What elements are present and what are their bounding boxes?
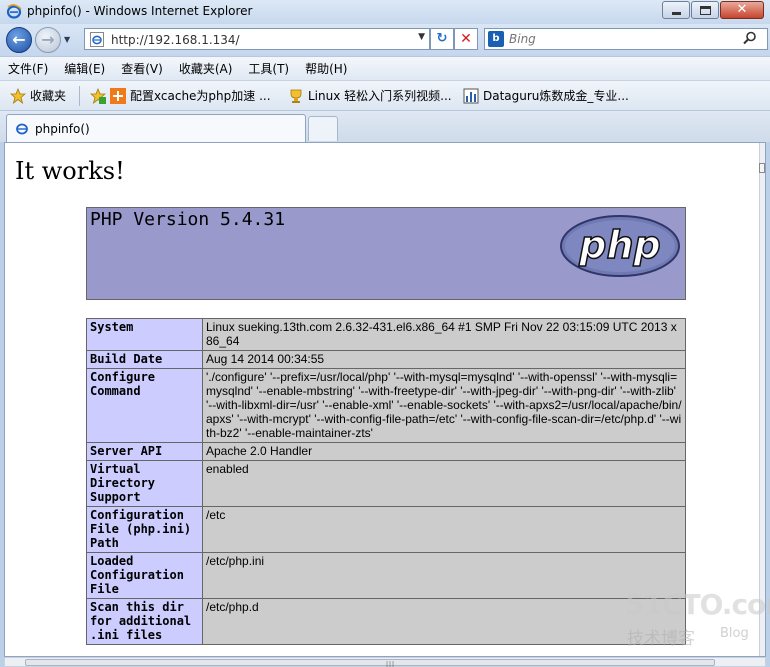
horizontal-scrollbar[interactable]: ||| [4,657,766,667]
row-key: System [86,318,203,351]
row-value: /etc [202,506,686,553]
row-key: Build Date [86,350,203,369]
window-title: phpinfo() - Windows Internet Explorer [27,4,253,18]
row-key: Configure Command [86,368,203,443]
star-icon [10,87,26,104]
php-logo-text: php [578,223,660,267]
trophy-icon [290,89,302,103]
php-info-table: System Linux sueking.13th.com 2.6.32-431… [86,318,686,645]
forward-button[interactable]: → [35,27,61,53]
tab-row: phpinfo() [0,110,770,143]
stop-icon: ✕ [460,31,472,47]
stop-button[interactable]: ✕ [454,28,478,50]
row-key: Scan this dir for additional .ini files [86,598,203,645]
table-row: Configuration File (php.ini) Path /etc [86,506,686,553]
table-row: Server API Apache 2.0 Handler [86,442,686,461]
table-row: Configure Command './configure' '--prefi… [86,368,686,443]
add-favorite-icon [90,87,106,104]
favorite-item-dataguru[interactable]: Dataguru炼数成金_专业... [463,87,629,104]
row-value: Linux sueking.13th.com 2.6.32-431.el6.x8… [202,318,686,351]
php-version-header: PHP Version 5.4.31 php [86,207,686,300]
favorites-bar: 收藏夹 配置xcache为php加速 ... Linux 轻松入门系列视频...… [0,80,770,110]
tab-ie-icon [16,123,28,135]
favorites-button[interactable]: 收藏夹 [10,87,66,104]
horizontal-scroll-thumb[interactable]: ||| [25,659,715,667]
new-tab-button[interactable] [308,116,338,141]
page-heading: It works! [15,157,125,185]
bing-icon: b [488,31,504,47]
menu-file[interactable]: 文件(F) [8,60,48,77]
address-bar[interactable]: http://192.168.1.134/ ▼ [84,28,430,50]
close-icon: ✕ [736,2,748,17]
refresh-icon: ↻ [436,31,448,46]
maximize-button[interactable] [691,1,719,19]
favorite-item-label: Linux 轻松入门系列视频... [308,89,452,103]
search-input[interactable] [509,30,739,48]
search-box[interactable]: b [484,28,768,50]
menu-view[interactable]: 查看(V) [121,60,163,77]
row-value: enabled [202,460,686,507]
row-value: Apache 2.0 Handler [202,442,686,461]
back-arrow-icon: ← [12,30,26,49]
vertical-scrollbar[interactable] [759,143,765,656]
navigation-bar: ← → ▼ http://192.168.1.134/ ▼ ↻ ✕ b [0,24,770,56]
row-value: Aug 14 2014 00:34:55 [202,350,686,369]
favorite-item-label: Dataguru炼数成金_专业... [483,89,629,103]
favorites-separator [79,86,80,106]
php-version: PHP Version 5.4.31 [90,209,286,230]
menu-help[interactable]: 帮助(H) [305,60,347,77]
title-bar: phpinfo() - Windows Internet Explorer ✕ [0,0,770,24]
page-viewport: It works! PHP Version 5.4.31 php System … [4,142,766,657]
ie-icon [6,4,22,19]
close-button[interactable]: ✕ [720,1,764,19]
table-row: Loaded Configuration File /etc/php.ini [86,552,686,599]
row-key: Configuration File (php.ini) Path [86,506,203,553]
recent-pages-dropdown[interactable]: ▼ [64,35,70,44]
row-key: Loaded Configuration File [86,552,203,599]
table-row: System Linux sueking.13th.com 2.6.32-431… [86,318,686,351]
maximize-icon [700,6,711,15]
row-key: Server API [86,442,203,461]
table-row: Build Date Aug 14 2014 00:34:55 [86,350,686,369]
row-value: './configure' '--prefix=/usr/local/php' … [202,368,686,443]
refresh-button[interactable]: ↻ [430,28,454,50]
menu-tools[interactable]: 工具(T) [248,60,289,77]
search-icon[interactable] [743,31,757,45]
favorite-item-label: 配置xcache为php加速 ... [130,89,271,103]
orange-plus-icon [110,87,126,104]
watermark-title: 51CTO.com [625,588,770,621]
scroll-marker [759,163,765,173]
table-row: Virtual Directory Support enabled [86,460,686,507]
favorite-item-xcache[interactable]: 配置xcache为php加速 ... [90,87,271,104]
minimize-button[interactable] [662,1,690,19]
watermark: 51CTO.com 技术博客 Blog [625,588,770,649]
minimize-icon [672,12,681,15]
favorites-label: 收藏夹 [30,89,67,103]
php-logo: php [560,215,680,277]
address-text: http://192.168.1.134/ [111,33,240,47]
watermark-blog: Blog [720,626,749,641]
table-row: Scan this dir for additional .ini files … [86,598,686,645]
page-ie-icon [90,32,104,47]
back-button[interactable]: ← [6,27,32,53]
favorite-item-linux[interactable]: Linux 轻松入门系列视频... [288,87,452,104]
menu-bar: 文件(F) 编辑(E) 查看(V) 收藏夹(A) 工具(T) 帮助(H) [0,56,770,80]
tab-phpinfo[interactable]: phpinfo() [6,114,306,143]
menu-favorites[interactable]: 收藏夹(A) [179,60,233,77]
address-dropdown-icon[interactable]: ▼ [418,32,425,42]
row-value: /etc/php.d [202,598,686,645]
watermark-subtitle: 技术博客 [627,629,695,649]
menu-edit[interactable]: 编辑(E) [64,60,105,77]
row-key: Virtual Directory Support [86,460,203,507]
scroll-grip-icon: ||| [386,661,396,667]
row-value: /etc/php.ini [202,552,686,599]
tab-label: phpinfo() [35,122,90,136]
bar-chart-icon [463,88,479,103]
forward-arrow-icon: → [41,30,55,49]
